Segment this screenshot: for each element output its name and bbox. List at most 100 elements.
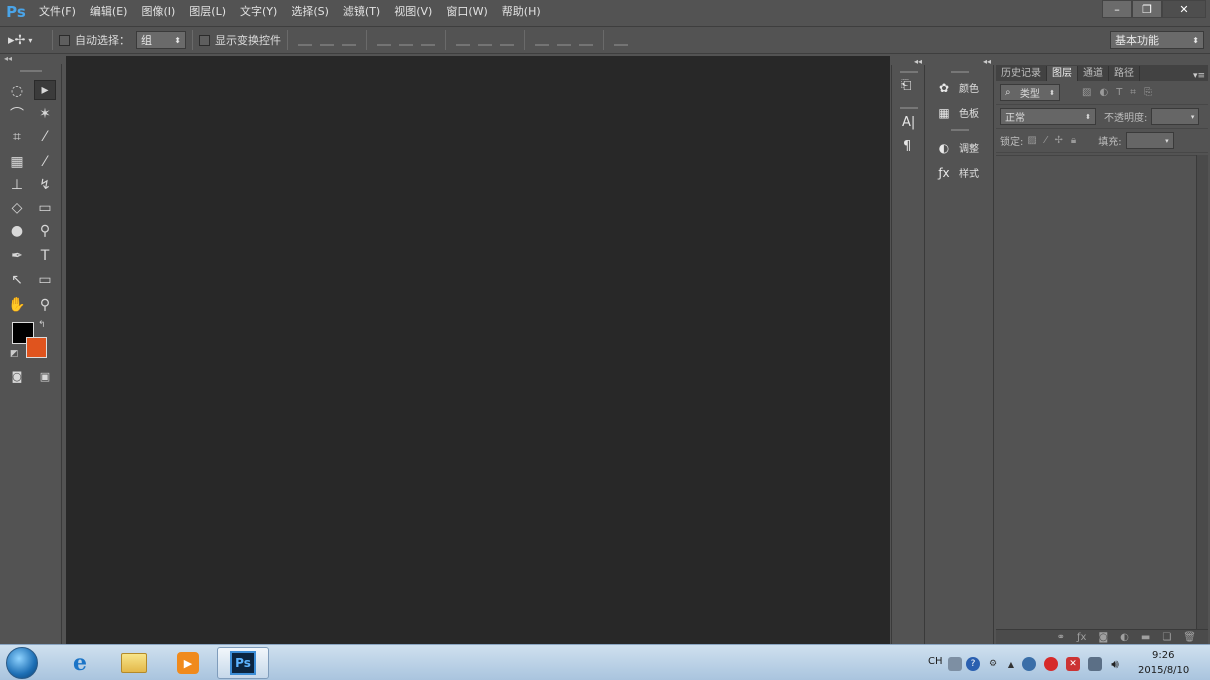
distribute-right-icon[interactable] (579, 34, 593, 46)
keyboard-icon[interactable] (948, 657, 962, 671)
distribute-hcenter-icon[interactable] (557, 34, 571, 46)
blend-mode-dropdown[interactable]: 正常 ⬍ (1000, 108, 1096, 125)
menu-file[interactable]: 文件(F) (32, 0, 83, 24)
filter-adjustment-icon[interactable]: ◐ (1099, 87, 1108, 98)
brush-tool-icon[interactable]: ⁄ (34, 152, 56, 172)
filter-smart-object-icon[interactable]: ⎘ (1144, 87, 1152, 98)
filter-shape-icon[interactable]: ⌗ (1130, 87, 1136, 98)
default-colors-icon[interactable]: ◩ (10, 349, 19, 359)
gradient-tool-icon[interactable]: ▭ (34, 198, 56, 218)
filter-type-icon[interactable]: T (1116, 87, 1122, 98)
menu-select[interactable]: 选择(S) (284, 0, 336, 24)
rectangle-tool-icon[interactable]: ▭ (34, 270, 56, 290)
move-tool-icon[interactable]: ▸ (34, 80, 56, 100)
align-left-icon[interactable] (377, 34, 391, 46)
taskbar-photoshop-button[interactable]: Ps (217, 647, 269, 679)
background-color-swatch[interactable] (26, 337, 47, 358)
taskbar-media-player-button[interactable]: ▶ (162, 647, 214, 679)
align-hcenter-icon[interactable] (399, 34, 413, 46)
screen-mode-icon[interactable]: ▣ (34, 366, 56, 386)
menu-view[interactable]: 视图(V) (387, 0, 439, 24)
fx-icon[interactable]: ƒx (1077, 632, 1086, 643)
trash-icon[interactable]: 🗑︎ (1183, 632, 1196, 643)
color-panel-button[interactable]: ✿ 颜色 (927, 75, 993, 100)
menu-image[interactable]: 图像(I) (134, 0, 182, 24)
swatches-panel-button[interactable]: ▦ 色板 (927, 100, 993, 125)
lock-image-icon[interactable]: ⁄ (1045, 135, 1047, 146)
collapse-toolbox-icon[interactable]: ◂◂ (0, 55, 64, 63)
menu-filter[interactable]: 滤镜(T) (336, 0, 387, 24)
magic-wand-tool-icon[interactable]: ✶ (34, 104, 56, 124)
filter-kind-dropdown[interactable]: ⌕ 类型 ⬍ (1000, 84, 1060, 101)
move-tool-preset-picker[interactable]: ▸✢ ▾ (8, 33, 46, 48)
document-canvas-area[interactable] (66, 56, 890, 644)
eyedropper-tool-icon[interactable]: ⁄ (34, 127, 56, 147)
layers-list[interactable] (996, 155, 1196, 629)
panel-grip[interactable] (951, 129, 969, 131)
show-transform-checkbox[interactable] (199, 34, 210, 46)
styles-panel-button[interactable]: ƒx 样式 (927, 160, 993, 185)
new-layer-icon[interactable]: ❏ (1162, 632, 1171, 643)
path-selection-tool-icon[interactable]: ↖ (6, 270, 28, 290)
lock-all-icon[interactable]: 🔒︎ (1071, 135, 1076, 146)
user-avatar-icon[interactable] (1022, 657, 1036, 671)
menu-type[interactable]: 文字(Y) (233, 0, 284, 24)
help-icon[interactable]: ? (966, 657, 980, 671)
tab-layers[interactable]: 图层 (1047, 66, 1078, 81)
auto-align-icon[interactable] (614, 34, 628, 46)
distribute-bottom-icon[interactable] (500, 34, 514, 46)
tab-channels[interactable]: 通道 (1078, 66, 1109, 81)
settings-icon[interactable]: ⚙ (986, 657, 1000, 671)
panel-grip[interactable] (20, 70, 42, 72)
blur-tool-icon[interactable]: ● (6, 221, 28, 241)
new-adjustment-icon[interactable]: ◐ (1120, 632, 1129, 643)
dodge-tool-icon[interactable]: ⚲ (34, 221, 56, 241)
new-group-icon[interactable]: ▬ (1141, 632, 1150, 643)
tab-history[interactable]: 历史记录 (996, 66, 1047, 81)
qq-icon[interactable] (1044, 657, 1058, 671)
align-bottom-icon[interactable] (342, 34, 356, 46)
menu-edit[interactable]: 编辑(E) (83, 0, 135, 24)
marquee-tool-icon[interactable]: ◌ (6, 81, 28, 101)
clock-date[interactable]: 2015/8/10 (1138, 665, 1189, 676)
minimize-button[interactable]: – (1102, 0, 1132, 18)
align-right-icon[interactable] (421, 34, 435, 46)
restore-button[interactable]: ❐ (1132, 0, 1162, 18)
info-panel-icon[interactable]: ⎗ (901, 78, 911, 93)
distribute-top-icon[interactable] (456, 34, 470, 46)
pen-tool-icon[interactable]: ✒ (6, 246, 28, 266)
start-button[interactable] (6, 647, 38, 679)
clock-time[interactable]: 9:26 (1152, 650, 1174, 661)
fill-field[interactable]: ▾ (1125, 132, 1174, 149)
volume-icon[interactable]: 🔊︎ (1108, 657, 1122, 671)
type-tool-icon[interactable]: T (34, 246, 56, 266)
link-layers-icon[interactable]: ⚭ (1057, 632, 1065, 643)
align-top-icon[interactable] (298, 34, 312, 46)
menu-window[interactable]: 窗口(W) (439, 0, 494, 24)
network-error-icon[interactable]: ✕ (1066, 657, 1080, 671)
menu-help[interactable]: 帮助(H) (495, 0, 548, 24)
adjustments-panel-button[interactable]: ◐ 调整 (927, 135, 993, 160)
menu-layer[interactable]: 图层(L) (182, 0, 233, 24)
auto-select-checkbox[interactable] (59, 34, 70, 46)
hand-tool-icon[interactable]: ✋ (6, 295, 28, 315)
workspace-dropdown[interactable]: 基本功能 ⬍ (1110, 31, 1204, 49)
panel-grip[interactable] (900, 71, 918, 73)
show-hidden-icons-icon[interactable]: ▲ (1004, 657, 1018, 671)
add-mask-icon[interactable]: ◙ (1098, 632, 1108, 643)
distribute-vcenter-icon[interactable] (478, 34, 492, 46)
crop-tool-icon[interactable]: ⌗ (6, 127, 28, 147)
align-vcenter-icon[interactable] (320, 34, 334, 46)
paragraph-panel-icon[interactable]: ¶ (903, 139, 911, 154)
distribute-left-icon[interactable] (535, 34, 549, 46)
lock-position-icon[interactable]: ✢ (1055, 135, 1063, 146)
lasso-tool-icon[interactable]: ⌒ (6, 104, 28, 124)
tab-paths[interactable]: 路径 (1109, 66, 1140, 81)
taskbar-explorer-button[interactable] (108, 647, 160, 679)
zoom-tool-icon[interactable]: ⚲ (34, 295, 56, 315)
panel-grip[interactable] (951, 71, 969, 73)
layers-scrollbar[interactable] (1196, 155, 1208, 629)
opacity-field[interactable]: ▾ (1151, 108, 1200, 125)
healing-brush-tool-icon[interactable]: ▦ (6, 152, 28, 172)
filter-pixel-icon[interactable]: ▨ (1082, 87, 1091, 98)
